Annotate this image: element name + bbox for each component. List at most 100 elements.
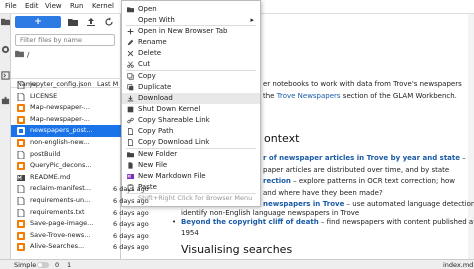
file-row[interactable]: newspapers_post... xyxy=(11,125,121,137)
file-icon xyxy=(127,139,134,146)
refresh-icon[interactable] xyxy=(104,17,114,27)
context-menu-label: Shut Down Kernel xyxy=(138,105,201,113)
context-menu-label: Copy Shareable Link xyxy=(138,116,210,124)
markdown-icon xyxy=(17,174,25,182)
context-menu-hint: Shift+Right Click for Browser Menu xyxy=(138,194,253,202)
file-row[interactable]: non-english-new... xyxy=(11,137,121,149)
context-menu: Open Open With ▸ Open in New Browser Tab Ren… xyxy=(121,0,261,207)
file-filter-input[interactable] xyxy=(15,34,115,46)
file-modified: 6 days ago xyxy=(113,231,149,240)
context-menu-label: Open xyxy=(138,5,157,13)
file-row[interactable]: Save-page-image... xyxy=(11,218,121,230)
menu-kernel[interactable]: Kernel xyxy=(92,2,114,10)
file-name: requirements.txt xyxy=(30,207,85,216)
context-menu-item-open[interactable]: Open xyxy=(122,4,260,15)
context-menu-label: Open in New Browser Tab xyxy=(138,27,228,35)
file-row[interactable]: README.md xyxy=(11,172,121,184)
file-browser: + / Name Last M jupyter_config.jsonLICEN… xyxy=(11,14,121,260)
new-launcher-button[interactable]: + xyxy=(15,16,61,28)
new-folder-icon[interactable] xyxy=(68,17,78,27)
newspapers-in-trove-link[interactable]: newspapers in Trove xyxy=(263,200,344,208)
running-icon[interactable] xyxy=(1,45,10,54)
file-row[interactable]: requirements.txt xyxy=(11,207,121,219)
folder-icon xyxy=(127,6,134,13)
file-modified: 6 days ago xyxy=(113,197,149,205)
status-count: 1 xyxy=(67,261,72,269)
new-folder-icon xyxy=(127,151,134,158)
notebook-icon xyxy=(17,162,25,171)
context-menu-item-copy-path[interactable]: Copy Path xyxy=(122,126,260,137)
doc-text-line: newspapers in Trove – use automated lang… xyxy=(263,200,474,208)
context-menu-item-copy[interactable]: Copy xyxy=(122,71,260,82)
context-menu-item-new-markdown-file[interactable]: New Markdown File xyxy=(122,171,260,182)
file-icon xyxy=(17,92,25,102)
close-icon xyxy=(127,50,134,57)
notebook-icon xyxy=(17,243,25,252)
file-row[interactable]: Map-newspaper-... xyxy=(11,114,121,126)
context-menu-item-copy-download-link[interactable]: Copy Download Link xyxy=(122,137,260,148)
context-menu-item-download[interactable]: Download xyxy=(122,93,260,104)
folder-icon[interactable] xyxy=(1,17,10,26)
doc-subheading: ontext xyxy=(264,132,300,145)
menu-file[interactable]: File xyxy=(5,2,17,10)
context-menu-item-open-in-new-browser-tab[interactable]: Open in New Browser Tab xyxy=(122,26,260,37)
file-name: Save-Trove-news... xyxy=(30,230,91,239)
status-count: 0 xyxy=(55,261,60,269)
context-menu-label: New Markdown File xyxy=(138,172,206,180)
breadcrumb[interactable]: / xyxy=(27,51,29,59)
context-menu-item-copy-shareable-link[interactable]: Copy Shareable Link xyxy=(122,115,260,126)
doc-text-line: identify non-English language newspapers… xyxy=(181,209,360,217)
menu-separator xyxy=(126,25,256,26)
menu-edit[interactable]: Edit xyxy=(25,2,39,10)
file-name: jupyter_config.json xyxy=(30,80,92,88)
articles-by-year-link[interactable]: r of newspaper articles in Trove by year… xyxy=(263,154,460,162)
extension-icon[interactable] xyxy=(1,96,10,105)
file-name: Map-newspaper-... xyxy=(30,103,90,112)
file-icon xyxy=(17,208,25,218)
menu-separator xyxy=(126,70,256,71)
context-menu-item-duplicate[interactable]: Duplicate xyxy=(122,82,260,93)
commands-icon[interactable] xyxy=(1,71,10,80)
context-menu-item-rename[interactable]: Rename xyxy=(122,37,260,48)
file-row[interactable]: QueryPic_decons... xyxy=(11,160,121,172)
file-row[interactable]: Save-Trove-news... xyxy=(11,230,121,242)
doc-subheading: Visualising searches xyxy=(181,243,293,256)
pencil-icon xyxy=(127,39,134,46)
context-menu-item-cut[interactable]: Cut xyxy=(122,59,260,70)
context-menu-item-new-folder[interactable]: New Folder xyxy=(122,149,260,160)
context-menu-label: Copy Download Link xyxy=(138,138,210,146)
context-menu-label: Rename xyxy=(138,38,167,46)
correction-link[interactable]: rection xyxy=(263,177,291,185)
trove-newspapers-link[interactable]: Trove Newspapers xyxy=(277,92,341,100)
file-name: QueryPic_decons... xyxy=(30,161,92,170)
file-row[interactable]: reclaim-manifest... xyxy=(11,183,121,195)
file-row[interactable]: Map-newspaper-... xyxy=(11,102,121,114)
context-menu-item-shut-down-kernel[interactable]: Shut Down Kernel xyxy=(122,104,260,115)
file-icon xyxy=(17,150,25,160)
stop-icon xyxy=(127,106,134,113)
plus-icon xyxy=(127,28,134,35)
context-menu-item-delete[interactable]: Delete xyxy=(122,48,260,59)
breadcrumb-folder-icon[interactable] xyxy=(15,50,24,58)
file-row[interactable]: Alive-Searches... xyxy=(11,241,121,253)
new-file-icon xyxy=(127,162,134,169)
simple-mode-toggle[interactable] xyxy=(37,262,49,268)
notebook-icon xyxy=(17,115,25,124)
menu-view[interactable]: View xyxy=(45,2,62,10)
file-row[interactable]: postBuild xyxy=(11,149,121,161)
context-menu-label: Cut xyxy=(138,60,151,68)
file-modified: 6 days ago xyxy=(113,220,149,229)
file-modified: 6 days ago xyxy=(113,185,149,194)
file-row[interactable]: requirements-un... xyxy=(11,195,121,207)
upload-icon[interactable] xyxy=(86,17,96,27)
download-icon xyxy=(127,95,134,102)
file-name: README.md xyxy=(30,172,71,181)
file-row[interactable]: LICENSE xyxy=(11,91,121,103)
notebook-icon xyxy=(17,127,25,136)
menu-run[interactable]: Run xyxy=(70,2,83,10)
copyright-cliff-link[interactable]: Beyond the copyright cliff of death xyxy=(181,218,319,226)
context-menu-item-new-file[interactable]: New File xyxy=(122,160,260,171)
file-name: reclaim-manifest... xyxy=(30,184,92,193)
file-row[interactable]: jupyter_config.json xyxy=(11,79,121,91)
file-name: requirements-un... xyxy=(30,196,91,204)
